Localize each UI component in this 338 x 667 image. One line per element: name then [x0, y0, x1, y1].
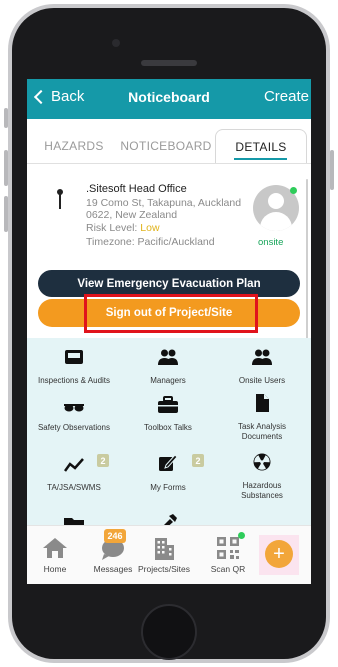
home-button[interactable]	[141, 604, 197, 660]
tab-hazards[interactable]: HAZARDS	[29, 129, 119, 163]
home-icon	[43, 538, 67, 558]
app-screen: Back Noticeboard Create HAZARDS NOTICEBO…	[27, 79, 311, 584]
tools-icon	[164, 514, 177, 525]
camera-icon	[112, 39, 120, 47]
site-address-line2: 0622, New Zealand	[86, 209, 178, 221]
grid-item-partial[interactable]	[121, 508, 215, 525]
glasses-icon	[64, 404, 84, 412]
users-icon	[158, 349, 178, 365]
grid-item-label: My Forms	[150, 483, 186, 492]
inbox-icon	[65, 350, 83, 364]
grid-item-label: TA/JSA/SWMS	[47, 483, 101, 492]
nav-bar: Back Noticeboard Create	[27, 79, 311, 119]
nav-home[interactable]: Home	[27, 526, 83, 584]
view-evacuation-plan-button[interactable]: View Emergency Evacuation Plan	[38, 270, 300, 297]
grid-item-managers[interactable]: Managers	[121, 338, 215, 386]
site-name: .Sitesoft Head Office	[86, 183, 187, 195]
active-tab-indicator	[234, 158, 287, 160]
online-status-dot	[290, 187, 297, 194]
scan-status-dot	[238, 532, 245, 539]
grid-item-label: Safety Observations	[37, 423, 111, 432]
nav-projects-sites[interactable]: Projects/Sites	[136, 526, 192, 584]
grid-item-inspections[interactable]: Inspections & Audits	[27, 338, 121, 386]
phone-power-button	[330, 150, 334, 190]
site-timezone: Timezone: Pacific/Auckland	[86, 236, 215, 248]
avatar-body	[260, 212, 292, 231]
users-icon	[252, 349, 272, 365]
nav-label: Messages	[93, 564, 133, 574]
onsite-status-label: onsite	[258, 237, 284, 248]
grid-item-toolbox-talks[interactable]: Toolbox Talks	[121, 390, 215, 442]
document-icon	[256, 394, 269, 412]
chart-line-icon	[64, 458, 84, 472]
phone-volume-button	[4, 196, 8, 232]
scrollbar[interactable]	[306, 179, 308, 349]
tab-noticeboard[interactable]: NOTICEBOARD	[119, 129, 213, 163]
nav-messages[interactable]: 246 Messages	[85, 526, 141, 584]
risk-level-label: Risk Level:	[86, 222, 141, 234]
create-button[interactable]: Create	[264, 88, 309, 105]
nav-scan-qr[interactable]: Scan QR	[200, 526, 256, 584]
messages-count-badge: 246	[104, 529, 126, 543]
folder-icon	[64, 518, 84, 525]
grid-item-label: Task Analysis Documents	[237, 422, 287, 441]
radiation-icon	[253, 453, 271, 471]
plus-icon: +	[273, 543, 285, 565]
grid-item-safety-observations[interactable]: Safety Observations	[27, 390, 121, 442]
nav-label: Projects/Sites	[138, 564, 190, 574]
count-badge: 2	[97, 454, 109, 467]
nav-label: Home	[43, 564, 67, 574]
add-button[interactable]: +	[265, 540, 293, 568]
grid-item-onsite-users[interactable]: Onsite Users	[215, 338, 309, 386]
building-icon	[155, 538, 174, 560]
grid-item-ta-jsa-swms[interactable]: 2 TA/JSA/SWMS	[27, 448, 121, 500]
bottom-nav: Home 246 Messages Projects/Sites Scan QR…	[27, 525, 311, 584]
phone-volume-button	[4, 150, 8, 186]
tab-divider	[27, 163, 311, 164]
grid-item-label: Managers	[150, 376, 186, 385]
count-badge: 2	[192, 454, 204, 467]
highlight-box	[84, 294, 258, 333]
grid-item-partial[interactable]	[27, 508, 121, 525]
qr-code-icon	[217, 537, 239, 559]
speaker-grille	[141, 60, 197, 66]
nav-label: Scan QR	[210, 564, 246, 574]
grid-item-hazardous-substances[interactable]: Hazardous Substances	[215, 448, 309, 508]
phone-volume-button	[4, 108, 8, 128]
grid-item-label: Toolbox Talks	[144, 423, 192, 432]
avatar-head	[268, 193, 284, 209]
grid-item-my-forms[interactable]: 2 My Forms	[121, 448, 215, 500]
risk-level-value: Low	[140, 222, 160, 234]
feature-grid: Inspections & Audits Managers Onsite Use…	[27, 338, 311, 525]
grid-item-task-analysis[interactable]: Task Analysis Documents	[215, 390, 309, 446]
grid-item-label: Onsite Users	[238, 376, 286, 385]
map-pin-icon	[59, 194, 61, 209]
site-address-line1: 19 Como St, Takapuna, Auckland	[86, 197, 242, 209]
form-edit-icon	[159, 454, 178, 471]
grid-item-label: Inspections & Audits	[37, 376, 111, 385]
risk-level: Risk Level: Low	[86, 222, 160, 234]
toolbox-icon	[158, 396, 178, 413]
grid-item-label: Hazardous Substances	[241, 481, 283, 500]
